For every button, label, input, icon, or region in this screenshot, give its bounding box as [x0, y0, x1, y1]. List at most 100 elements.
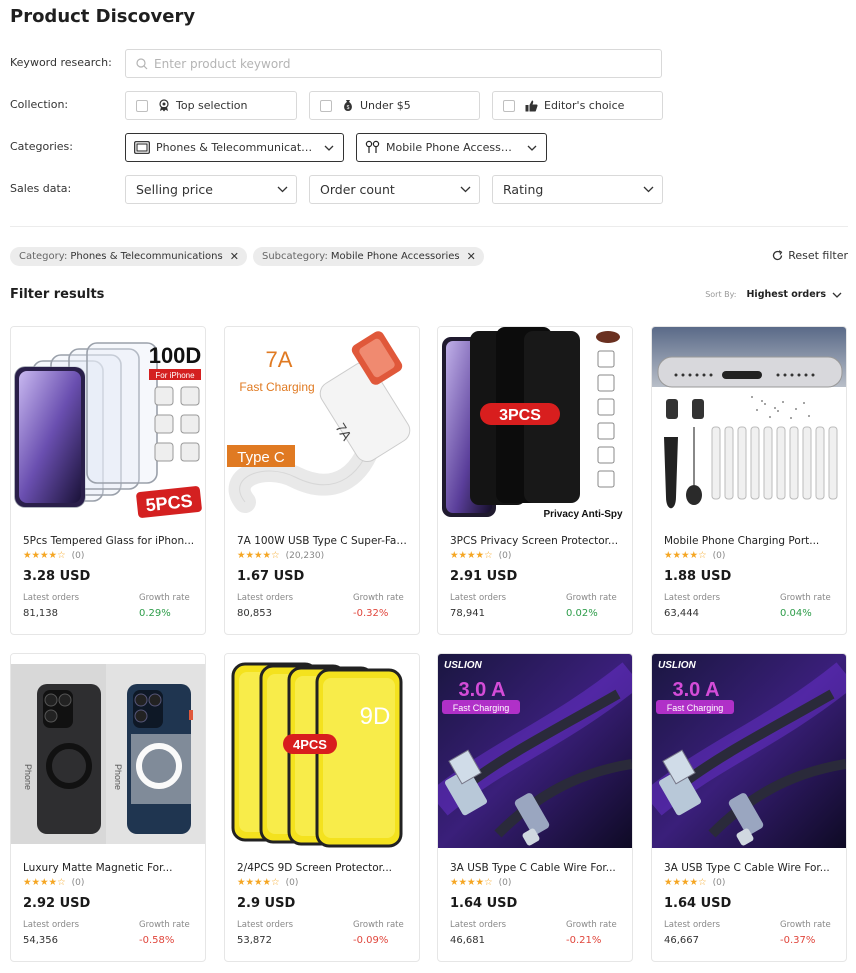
selling-price-value: Selling price: [136, 182, 213, 197]
latest-orders-value: 80,853: [237, 608, 272, 619]
selling-price-select[interactable]: Selling price: [125, 175, 297, 204]
latest-orders-label: Latest orders: [450, 920, 507, 930]
collection-under-5[interactable]: $ Under $5: [309, 91, 480, 120]
product-image[interactable]: 7A 7A Fast Charging Type C: [225, 327, 419, 521]
latest-orders-value: 46,681: [450, 935, 485, 946]
product-price: 1.64 USD: [450, 896, 518, 911]
product-image[interactable]: Phone Phone: [11, 654, 205, 848]
rating-value: Rating: [503, 182, 544, 197]
review-count: (0): [498, 877, 512, 888]
svg-text:Phone: Phone: [23, 764, 33, 790]
product-price: 2.91 USD: [450, 569, 518, 584]
product-image[interactable]: 3PCS Privacy Anti-Spy: [438, 327, 632, 521]
growth-rate-label: Growth rate: [566, 593, 617, 603]
growth-rate-label: Growth rate: [780, 920, 831, 930]
product-title[interactable]: 5Pcs Tempered Glass for iPhon...: [23, 535, 195, 547]
sort-control[interactable]: Sort By: Highest orders: [705, 289, 842, 300]
sort-value: Highest orders: [746, 289, 826, 300]
product-card[interactable]: USLION 3.0 A Fast Charging 3A USB Type C…: [437, 653, 633, 962]
svg-text:Privacy Anti-Spy: Privacy Anti-Spy: [543, 509, 623, 520]
product-image[interactable]: USLION 3.0 A Fast Charging: [652, 654, 846, 848]
product-price: 3.28 USD: [23, 569, 91, 584]
latest-orders-value: 81,138: [23, 608, 58, 619]
latest-orders-value: 78,941: [450, 608, 485, 619]
growth-rate-label: Growth rate: [353, 920, 404, 930]
product-title[interactable]: 7A 100W USB Type C Super-Fas...: [237, 535, 409, 547]
product-title[interactable]: Mobile Phone Charging Port...: [664, 535, 836, 547]
chip-key: Subcategory:: [262, 251, 328, 262]
product-image[interactable]: 9D 4PCS: [225, 654, 419, 848]
keyword-label: Keyword research:: [10, 56, 112, 69]
latest-orders-label: Latest orders: [664, 593, 721, 603]
keyword-search-input[interactable]: Enter product keyword: [125, 49, 662, 78]
product-price: 1.88 USD: [664, 569, 732, 584]
svg-text:$: $: [347, 105, 350, 111]
chevron-down-icon: [268, 186, 296, 193]
product-rating: ★★★★☆ (0): [23, 550, 84, 561]
growth-rate-label: Growth rate: [139, 920, 190, 930]
latest-orders-value: 54,356: [23, 935, 58, 946]
star-rating-icon: ★★★★☆: [237, 877, 280, 888]
subcategory-chip: Subcategory: Mobile Phone Accessories ✕: [253, 247, 484, 266]
product-image[interactable]: [652, 327, 846, 521]
chevron-down-icon: [518, 145, 546, 151]
product-title[interactable]: Luxury Matte Magnetic For...: [23, 862, 195, 874]
growth-rate-value: -0.09%: [353, 935, 389, 946]
star-rating-icon: ★★★★☆: [450, 877, 493, 888]
categories-label: Categories:: [10, 140, 73, 153]
star-rating-icon: ★★★★☆: [23, 550, 66, 561]
product-image[interactable]: USLION 3.0 A Fast Charging: [438, 654, 632, 848]
product-card[interactable]: 100D For iPhone 5PCS 5Pcs Tempered Glass…: [10, 326, 206, 635]
reset-filter-button[interactable]: Reset filter: [772, 249, 848, 262]
svg-text:3PCS: 3PCS: [499, 407, 541, 424]
latest-orders-value: 63,444: [664, 608, 699, 619]
product-card[interactable]: 7A 7A Fast Charging Type C 7A 100W USB T…: [224, 326, 420, 635]
refresh-icon: [773, 250, 783, 261]
review-count: (0): [498, 550, 512, 561]
product-title[interactable]: 3A USB Type C Cable Wire For...: [450, 862, 622, 874]
svg-text:Fast Charging: Fast Charging: [239, 380, 314, 394]
review-count: (0): [285, 877, 299, 888]
product-card[interactable]: USLION 3.0 A Fast Charging 3A USB Type C…: [651, 653, 847, 962]
search-icon: [136, 57, 148, 69]
product-rating: ★★★★☆ (0): [450, 877, 511, 888]
svg-text:3.0 A: 3.0 A: [672, 679, 719, 701]
latest-orders-label: Latest orders: [23, 920, 80, 930]
product-price: 2.92 USD: [23, 896, 91, 911]
collection-top-selection[interactable]: Top selection: [125, 91, 297, 120]
rating-select[interactable]: Rating: [492, 175, 663, 204]
collection-label-top: Top selection: [176, 99, 248, 112]
growth-rate-label: Growth rate: [139, 593, 190, 603]
product-image[interactable]: 100D For iPhone 5PCS: [11, 327, 205, 521]
product-title[interactable]: 3A USB Type C Cable Wire For...: [664, 862, 836, 874]
product-title[interactable]: 2/4PCS 9D Screen Protector...: [237, 862, 409, 874]
order-count-select[interactable]: Order count: [309, 175, 480, 204]
review-count: (0): [712, 550, 726, 561]
close-icon[interactable]: ✕: [467, 250, 476, 263]
collection-editors-choice[interactable]: Editor's choice: [492, 91, 663, 120]
product-price: 2.9 USD: [237, 896, 296, 911]
svg-text:3.0 A: 3.0 A: [458, 679, 505, 701]
svg-text:Type C: Type C: [237, 449, 285, 466]
product-rating: ★★★★☆ (0): [664, 877, 725, 888]
growth-rate-label: Growth rate: [780, 593, 831, 603]
product-title[interactable]: 3PCS Privacy Screen Protector...: [450, 535, 622, 547]
close-icon[interactable]: ✕: [230, 250, 239, 263]
chevron-down-icon: [832, 292, 842, 298]
subcategory-select[interactable]: Mobile Phone Accessori...: [356, 133, 547, 162]
checkbox[interactable]: [503, 99, 515, 112]
chip-key: Category:: [19, 251, 68, 262]
product-card[interactable]: Mobile Phone Charging Port... ★★★★☆ (0) …: [651, 326, 847, 635]
product-card[interactable]: 9D 4PCS 2/4PCS 9D Screen Protector... ★★…: [224, 653, 420, 962]
product-card[interactable]: 3PCS Privacy Anti-Spy 3PCS Privacy Scree…: [437, 326, 633, 635]
checkbox[interactable]: [320, 99, 332, 112]
filter-results-title: Filter results: [10, 287, 105, 302]
category-select[interactable]: Phones & Telecommunicatio...: [125, 133, 344, 162]
growth-rate-value: -0.32%: [353, 608, 389, 619]
product-price: 1.67 USD: [237, 569, 305, 584]
latest-orders-label: Latest orders: [450, 593, 507, 603]
review-count: (0): [712, 877, 726, 888]
checkbox[interactable]: [136, 99, 148, 112]
subcategory-value: Mobile Phone Accessori...: [386, 141, 518, 154]
product-card[interactable]: Phone Phone Luxury Matte Magnetic For...…: [10, 653, 206, 962]
